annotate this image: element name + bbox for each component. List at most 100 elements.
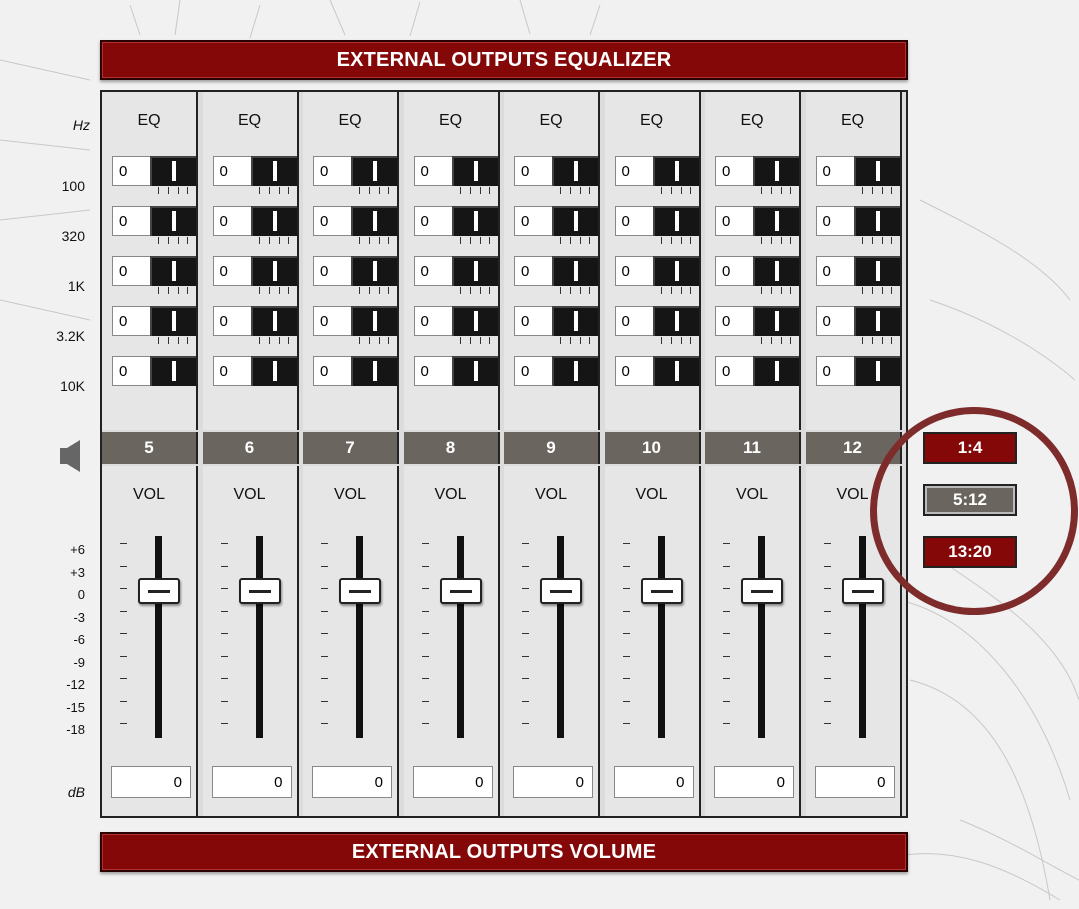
eq-knob-handle[interactable] <box>150 306 196 336</box>
eq-band-value[interactable]: 0 <box>413 356 454 386</box>
eq-band-value[interactable]: 0 <box>112 256 152 286</box>
eq-band-value[interactable]: 0 <box>313 256 353 286</box>
eq-band-knob[interactable]: 0 <box>212 206 297 244</box>
eq-knob-handle[interactable] <box>150 256 196 286</box>
eq-band-value[interactable]: 0 <box>212 356 253 386</box>
eq-knob-handle[interactable] <box>451 356 498 386</box>
fader-track[interactable] <box>758 536 765 738</box>
volume-db-value[interactable]: 0 <box>613 766 694 798</box>
eq-band-knob[interactable]: 0 <box>815 156 900 194</box>
eq-band-value[interactable]: 0 <box>212 156 253 186</box>
channel-number[interactable]: 9 <box>504 432 600 464</box>
volume-db-value[interactable]: 0 <box>814 766 895 798</box>
fader-track[interactable] <box>657 536 665 738</box>
volume-db-value[interactable]: 0 <box>412 766 493 798</box>
eq-knob-handle[interactable] <box>552 356 598 386</box>
eq-band-value[interactable]: 0 <box>514 356 554 386</box>
eq-band-knob[interactable]: 0 <box>313 156 397 194</box>
channel-number[interactable]: 8 <box>403 432 500 464</box>
eq-band-knob[interactable]: 0 <box>413 356 498 386</box>
eq-band-value[interactable]: 0 <box>715 206 755 236</box>
eq-band-knob[interactable]: 0 <box>313 206 397 244</box>
eq-band-value[interactable]: 0 <box>413 306 454 336</box>
eq-band-knob[interactable]: 0 <box>313 306 397 344</box>
eq-band-value[interactable]: 0 <box>413 206 454 236</box>
fader-track[interactable] <box>858 536 866 738</box>
eq-band-knob[interactable]: 0 <box>514 306 598 344</box>
fader-track[interactable] <box>456 536 464 738</box>
eq-band-knob[interactable]: 0 <box>212 356 297 386</box>
eq-band-value[interactable]: 0 <box>413 256 454 286</box>
eq-band-value[interactable]: 0 <box>514 306 554 336</box>
eq-knob-handle[interactable] <box>250 256 297 286</box>
eq-band-value[interactable]: 0 <box>614 256 655 286</box>
eq-knob-handle[interactable] <box>652 206 699 236</box>
eq-band-knob[interactable]: 0 <box>715 256 799 294</box>
eq-knob-handle[interactable] <box>853 206 900 236</box>
eq-band-value[interactable]: 0 <box>313 206 353 236</box>
fader-track[interactable] <box>356 536 363 738</box>
fader-track[interactable] <box>557 536 564 738</box>
eq-band-knob[interactable]: 0 <box>614 206 699 244</box>
eq-band-knob[interactable]: 0 <box>514 206 598 244</box>
eq-knob-handle[interactable] <box>451 306 498 336</box>
volume-fader[interactable] <box>439 578 482 604</box>
eq-knob-handle[interactable] <box>351 206 397 236</box>
eq-band-knob[interactable]: 0 <box>815 206 900 244</box>
eq-knob-handle[interactable] <box>351 356 397 386</box>
eq-band-value[interactable]: 0 <box>614 306 655 336</box>
eq-band-knob[interactable]: 0 <box>413 306 498 344</box>
eq-band-value[interactable]: 0 <box>313 356 353 386</box>
eq-band-value[interactable]: 0 <box>614 156 655 186</box>
eq-knob-handle[interactable] <box>652 306 699 336</box>
eq-knob-handle[interactable] <box>552 156 598 186</box>
eq-band-knob[interactable]: 0 <box>715 206 799 244</box>
eq-band-value[interactable]: 0 <box>715 306 755 336</box>
eq-band-knob[interactable]: 0 <box>112 256 196 294</box>
eq-band-value[interactable]: 0 <box>815 306 856 336</box>
eq-band-knob[interactable]: 0 <box>614 306 699 344</box>
fader-track[interactable] <box>255 536 263 738</box>
eq-band-value[interactable]: 0 <box>112 306 152 336</box>
eq-band-knob[interactable]: 0 <box>413 206 498 244</box>
eq-knob-handle[interactable] <box>250 306 297 336</box>
bank-button[interactable]: 13:20 <box>923 536 1017 568</box>
eq-knob-handle[interactable] <box>753 356 799 386</box>
eq-knob-handle[interactable] <box>552 306 598 336</box>
bank-button[interactable]: 1:4 <box>923 432 1017 464</box>
eq-band-knob[interactable]: 0 <box>212 156 297 194</box>
volume-fader[interactable] <box>841 578 884 604</box>
eq-knob-handle[interactable] <box>552 256 598 286</box>
eq-knob-handle[interactable] <box>753 156 799 186</box>
eq-band-knob[interactable]: 0 <box>815 356 900 386</box>
eq-band-value[interactable]: 0 <box>815 356 856 386</box>
eq-band-knob[interactable]: 0 <box>514 156 598 194</box>
eq-band-knob[interactable]: 0 <box>614 356 699 386</box>
eq-knob-handle[interactable] <box>853 306 900 336</box>
eq-knob-handle[interactable] <box>753 206 799 236</box>
eq-band-value[interactable]: 0 <box>112 356 152 386</box>
eq-knob-handle[interactable] <box>150 206 196 236</box>
eq-knob-handle[interactable] <box>451 256 498 286</box>
eq-band-value[interactable]: 0 <box>815 256 856 286</box>
eq-band-value[interactable]: 0 <box>614 206 655 236</box>
eq-band-value[interactable]: 0 <box>514 156 554 186</box>
channel-number[interactable]: 11 <box>705 432 801 464</box>
eq-band-value[interactable]: 0 <box>413 156 454 186</box>
eq-knob-handle[interactable] <box>150 156 196 186</box>
eq-knob-handle[interactable] <box>451 206 498 236</box>
eq-band-value[interactable]: 0 <box>715 156 755 186</box>
eq-band-value[interactable]: 0 <box>815 156 856 186</box>
eq-band-value[interactable]: 0 <box>212 206 253 236</box>
eq-knob-handle[interactable] <box>250 356 297 386</box>
eq-band-knob[interactable]: 0 <box>614 256 699 294</box>
volume-db-value[interactable]: 0 <box>312 766 392 798</box>
eq-band-value[interactable]: 0 <box>715 256 755 286</box>
eq-knob-handle[interactable] <box>853 256 900 286</box>
eq-band-value[interactable]: 0 <box>614 356 655 386</box>
volume-fader[interactable] <box>540 578 582 604</box>
volume-fader[interactable] <box>640 578 683 604</box>
eq-band-knob[interactable]: 0 <box>715 306 799 344</box>
eq-band-knob[interactable]: 0 <box>514 356 598 386</box>
channel-number[interactable]: 12 <box>805 432 902 464</box>
